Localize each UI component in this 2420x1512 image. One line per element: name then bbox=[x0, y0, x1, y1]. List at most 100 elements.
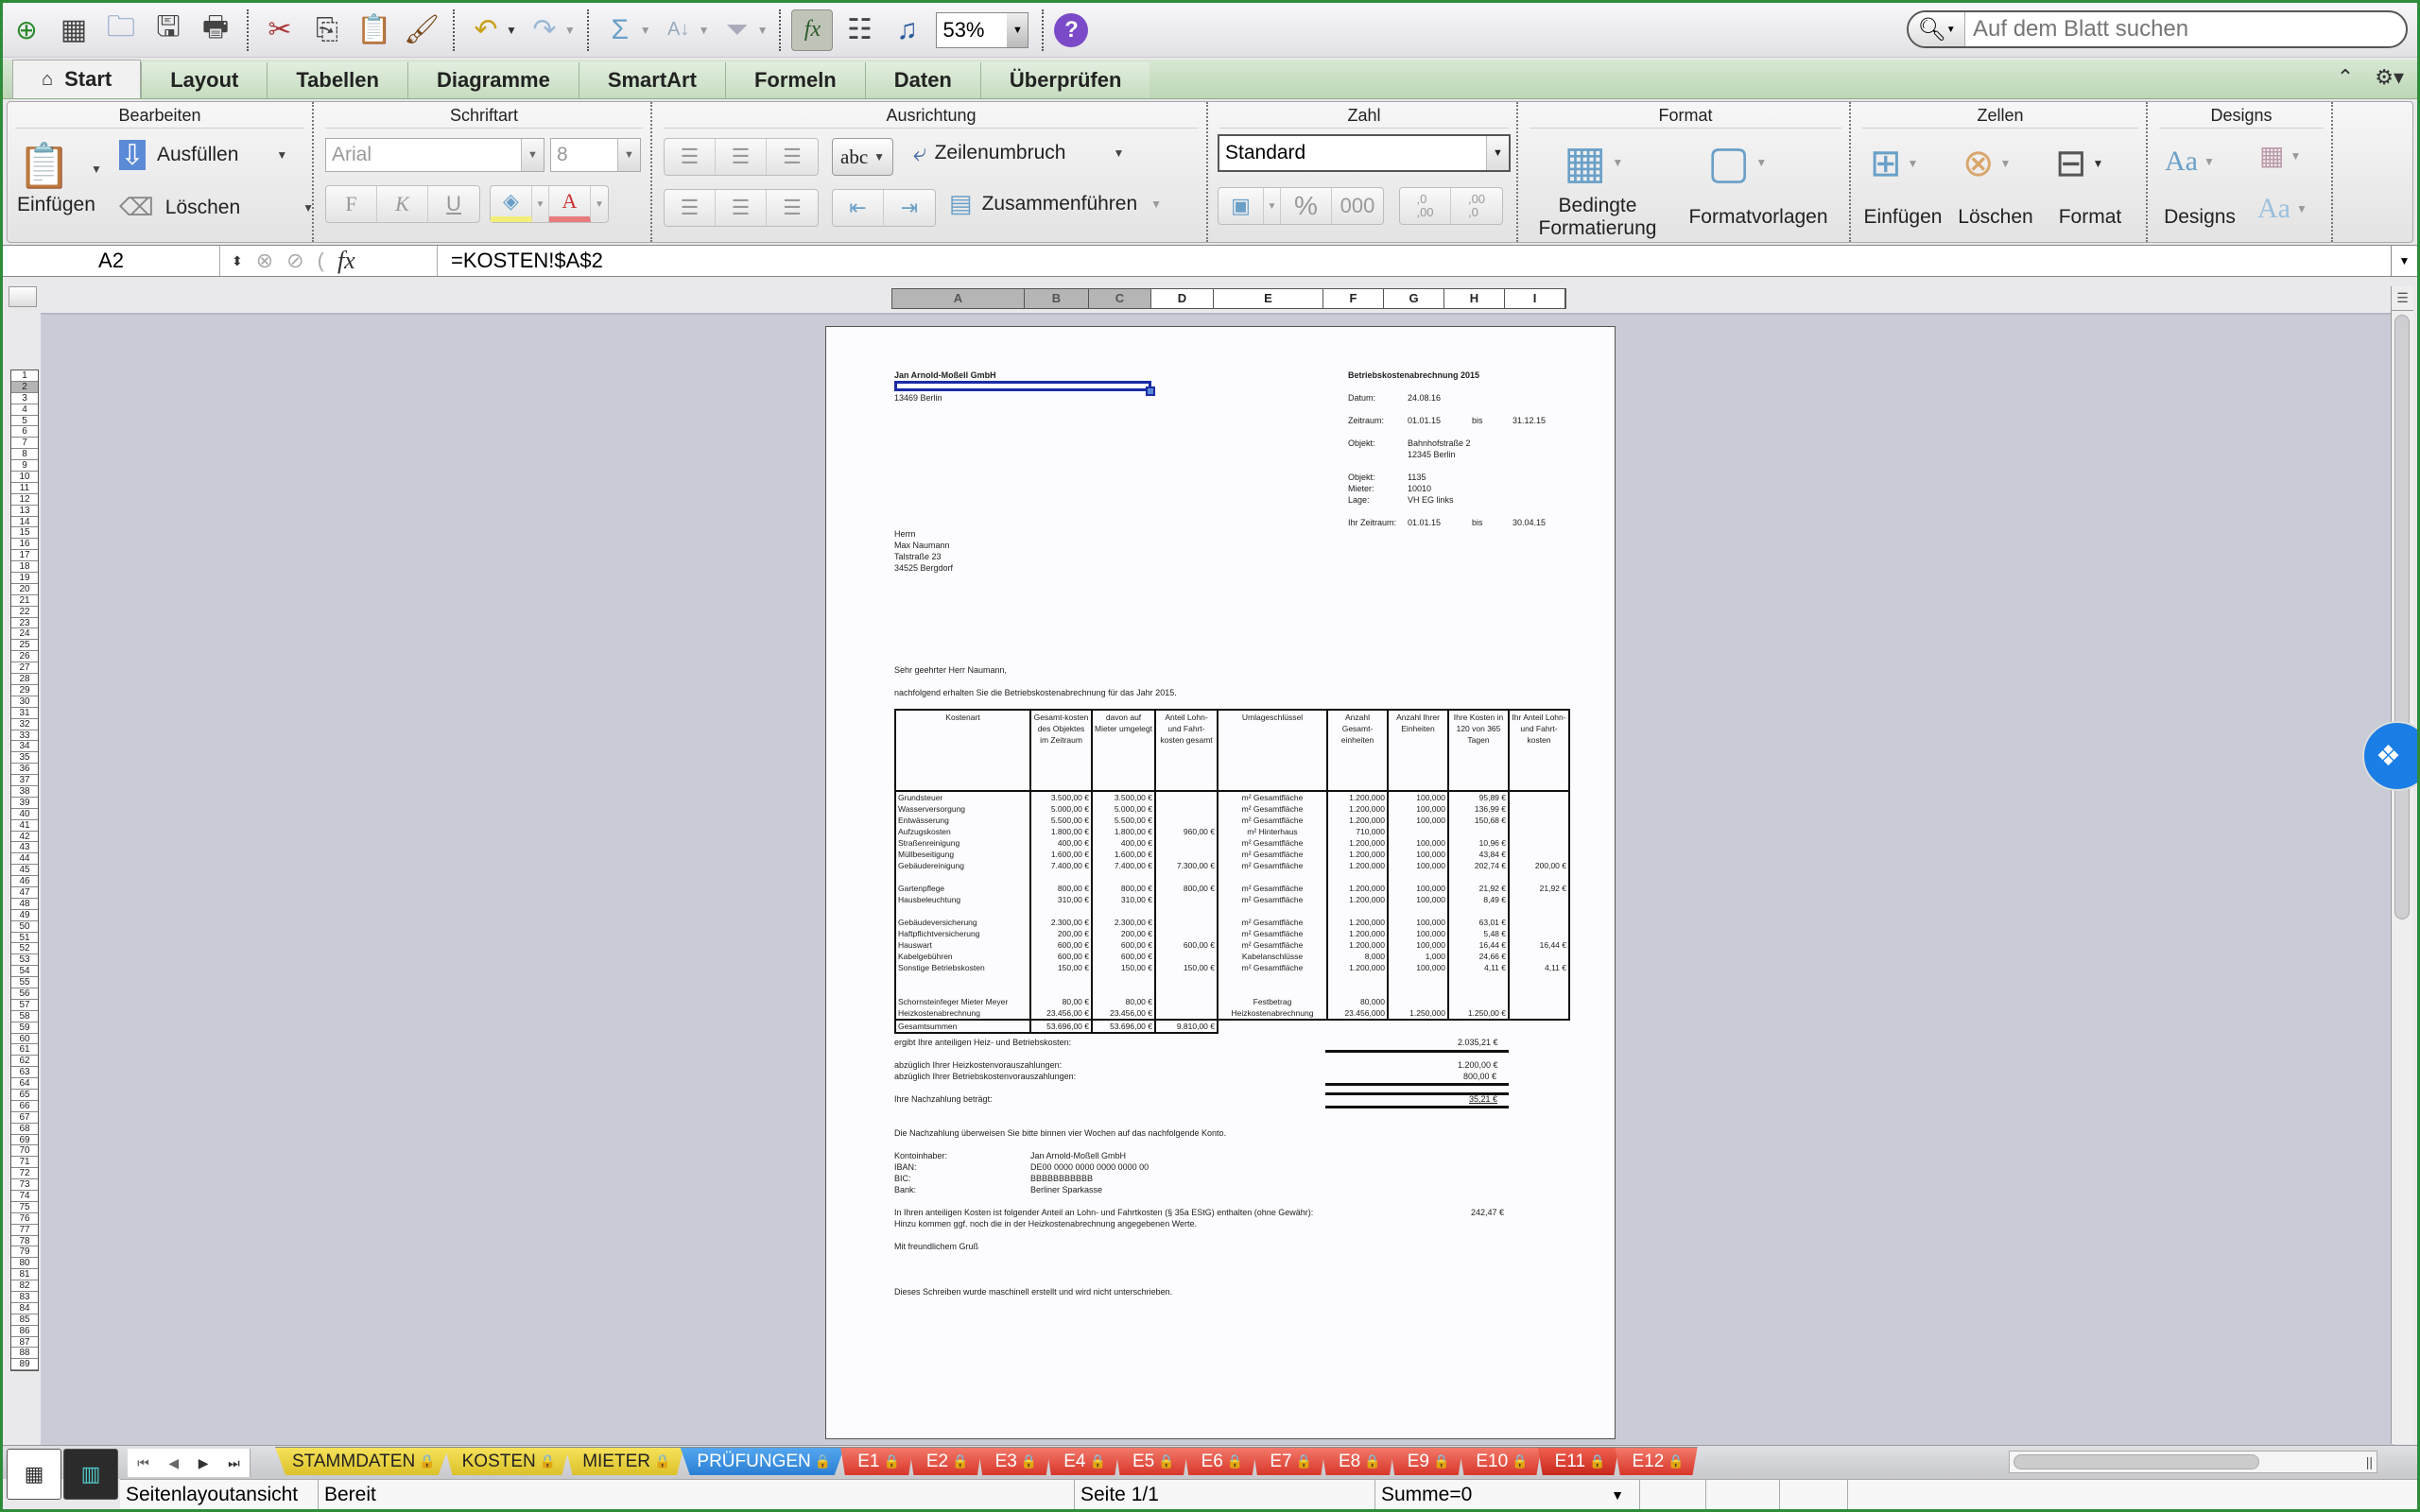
table-cell[interactable] bbox=[1508, 917, 1570, 928]
row-header[interactable]: 66 bbox=[11, 1101, 38, 1112]
font-color-icon[interactable]: A bbox=[549, 186, 591, 222]
table-cell[interactable]: 80,00 € bbox=[1091, 996, 1156, 1007]
orientation-button[interactable]: abc ▼ bbox=[832, 138, 894, 176]
row-header[interactable]: 67 bbox=[11, 1112, 38, 1124]
row-header[interactable]: 52 bbox=[11, 943, 38, 955]
table-cell[interactable]: 100,000 bbox=[1387, 803, 1449, 815]
row-header[interactable]: 85 bbox=[11, 1314, 38, 1326]
table-cell[interactable] bbox=[1508, 973, 1570, 985]
row-header[interactable]: 58 bbox=[11, 1011, 38, 1022]
column-header[interactable]: C bbox=[1089, 289, 1151, 308]
table-cell[interactable]: 2.300,00 € bbox=[1091, 917, 1156, 928]
table-cell[interactable]: 150,00 € bbox=[1029, 962, 1093, 973]
table-cell[interactable] bbox=[1447, 985, 1510, 996]
print-icon[interactable]: 🖶 bbox=[195, 9, 236, 51]
table-cell[interactable]: Wasserversorgung bbox=[894, 803, 1031, 815]
align-bottom-icon[interactable]: ☰ bbox=[767, 139, 818, 175]
table-cell[interactable]: 2.300,00 € bbox=[1029, 917, 1093, 928]
table-cell[interactable]: 10,96 € bbox=[1447, 837, 1510, 849]
sheet-tab[interactable]: STAMMDATEN 🔒 bbox=[275, 1447, 449, 1475]
chevron-down-icon[interactable]: ▼ bbox=[1007, 12, 1028, 47]
table-cell[interactable]: Entwässerung bbox=[894, 815, 1031, 826]
row-header[interactable]: 88 bbox=[11, 1348, 38, 1360]
delete-cells-button[interactable]: Löschen bbox=[1953, 206, 2038, 229]
table-cell[interactable]: Heizkostenabrechnung bbox=[1217, 1007, 1328, 1021]
table-cell[interactable]: m² Gesamtfläche bbox=[1217, 803, 1328, 815]
table-cell[interactable]: Hausbeleuchtung bbox=[894, 894, 1031, 905]
autosum-dropdown-icon[interactable]: ▼ bbox=[640, 24, 651, 37]
table-cell[interactable]: 21,92 € bbox=[1508, 883, 1570, 894]
thousands-button[interactable]: 000 bbox=[1332, 188, 1383, 224]
row-header[interactable]: 36 bbox=[11, 764, 38, 776]
column-header[interactable]: B bbox=[1025, 289, 1089, 308]
table-cell[interactable]: 8,000 bbox=[1326, 951, 1389, 962]
percent-button[interactable]: % bbox=[1281, 188, 1332, 224]
table-cell[interactable]: 1.600,00 € bbox=[1091, 849, 1156, 860]
table-cell[interactable]: Hauswart bbox=[894, 939, 1031, 951]
row-header[interactable]: 39 bbox=[11, 798, 38, 809]
row-header[interactable]: 18 bbox=[11, 561, 38, 574]
table-cell[interactable]: Schornsteinfeger Mieter Meyer bbox=[894, 996, 1031, 1007]
table-cell[interactable] bbox=[1217, 905, 1328, 917]
table-cell[interactable]: 4,11 € bbox=[1508, 962, 1570, 973]
table-cell[interactable]: m² Gesamtfläche bbox=[1217, 860, 1328, 871]
table-cell[interactable] bbox=[1154, 791, 1219, 803]
row-header[interactable]: 76 bbox=[11, 1213, 38, 1225]
table-cell[interactable] bbox=[1154, 985, 1219, 996]
sheet-tab[interactable]: KOSTEN 🔒 bbox=[444, 1447, 570, 1475]
table-cell[interactable]: 100,000 bbox=[1387, 883, 1449, 894]
table-cell[interactable]: m² Gesamtfläche bbox=[1217, 883, 1328, 894]
increase-decimal-button[interactable]: ,0 ,00 bbox=[1400, 188, 1451, 224]
table-cell[interactable]: 1.200,000 bbox=[1326, 860, 1389, 871]
row-header[interactable]: 73 bbox=[11, 1179, 38, 1192]
row-header[interactable]: 83 bbox=[11, 1292, 38, 1303]
decrease-indent-icon[interactable]: ⇤ bbox=[833, 190, 884, 226]
table-cell[interactable] bbox=[1447, 826, 1510, 837]
gear-icon[interactable]: ⚙▾ bbox=[2375, 65, 2404, 90]
table-cell[interactable]: 200,00 € bbox=[1029, 928, 1093, 939]
row-header[interactable]: 70 bbox=[11, 1145, 38, 1158]
table-cell[interactable]: 21,92 € bbox=[1447, 883, 1510, 894]
sheet-tab[interactable]: E10 🔒 bbox=[1459, 1447, 1542, 1475]
tab-smartart[interactable]: SmartArt bbox=[578, 62, 725, 98]
table-cell[interactable]: Gebäudereinigung bbox=[894, 860, 1031, 871]
fill-dropdown-icon[interactable]: ▼ bbox=[276, 148, 287, 162]
column-header[interactable]: E bbox=[1214, 289, 1323, 308]
fill-handle[interactable] bbox=[1146, 387, 1155, 396]
tab-ueberpruefen[interactable]: Überprüfen bbox=[979, 62, 1150, 98]
table-cell[interactable] bbox=[1154, 905, 1219, 917]
table-cell[interactable]: 1.250,00 € bbox=[1447, 1007, 1510, 1021]
row-header[interactable]: 64 bbox=[11, 1078, 38, 1090]
theme-fonts-icon[interactable]: Aa ▼ bbox=[2257, 193, 2308, 225]
table-cell[interactable] bbox=[1508, 985, 1570, 996]
merge-button[interactable]: ▤ Zusammenführen ▼ bbox=[949, 189, 1162, 218]
row-header[interactable]: 48 bbox=[11, 899, 38, 910]
formula-builder-icon[interactable]: fx bbox=[791, 9, 834, 51]
table-cell[interactable]: 1.200,000 bbox=[1326, 815, 1389, 826]
row-header[interactable]: 4 bbox=[11, 404, 38, 416]
table-cell[interactable]: 3.500,00 € bbox=[1091, 791, 1156, 803]
undo-icon[interactable]: ↶ bbox=[465, 9, 507, 51]
table-cell[interactable] bbox=[1154, 849, 1219, 860]
table-cell[interactable]: 1,000 bbox=[1387, 951, 1449, 962]
first-sheet-icon[interactable]: ⏮ bbox=[137, 1455, 149, 1471]
number-format-select[interactable]: Standard ▼ bbox=[1218, 134, 1511, 172]
table-cell[interactable] bbox=[1091, 871, 1156, 883]
designs-button[interactable]: Designs bbox=[2157, 206, 2242, 229]
row-header[interactable]: 6 bbox=[11, 426, 38, 438]
table-cell[interactable]: 100,000 bbox=[1387, 849, 1449, 860]
table-cell[interactable]: 1.600,00 € bbox=[1029, 849, 1093, 860]
table-cell[interactable] bbox=[1447, 871, 1510, 883]
table-cell[interactable]: 3.500,00 € bbox=[1029, 791, 1093, 803]
table-cell[interactable]: 23.456,000 bbox=[1326, 1007, 1389, 1021]
table-cell[interactable]: 5.000,00 € bbox=[1091, 803, 1156, 815]
column-header[interactable]: H bbox=[1444, 289, 1505, 308]
row-header[interactable]: 14 bbox=[11, 517, 38, 528]
selected-cell[interactable] bbox=[894, 381, 1155, 396]
table-cell[interactable]: 7.400,00 € bbox=[1029, 860, 1093, 871]
underline-button[interactable]: U bbox=[428, 186, 479, 222]
redo-icon[interactable]: ↷ bbox=[524, 9, 565, 51]
row-header[interactable]: 41 bbox=[11, 820, 38, 832]
table-cell[interactable]: 24,66 € bbox=[1447, 951, 1510, 962]
sheet-tab[interactable]: E2 🔒 bbox=[908, 1447, 982, 1475]
